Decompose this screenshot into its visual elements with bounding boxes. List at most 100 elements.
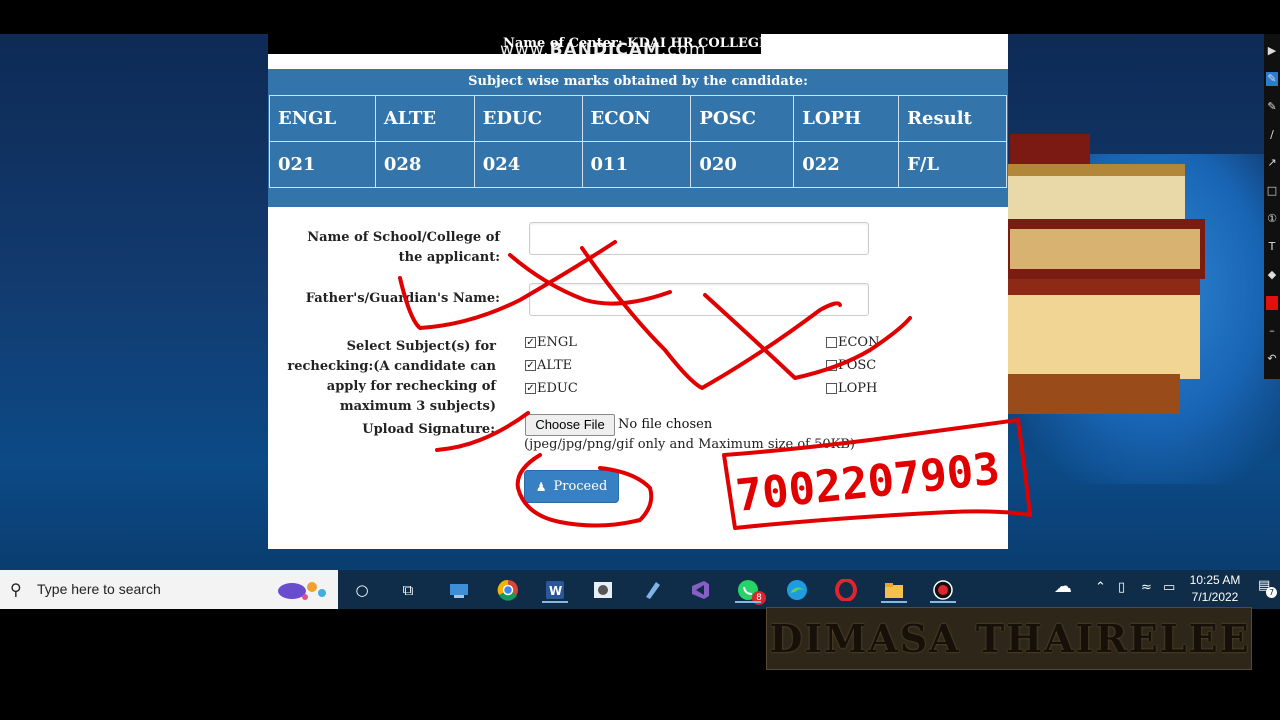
- checkbox-alte[interactable]: ✓: [525, 359, 536, 371]
- word-icon[interactable]: W: [542, 577, 568, 603]
- color-picker-icon[interactable]: [1266, 296, 1278, 310]
- bandicam-record-icon[interactable]: [930, 577, 956, 603]
- user-icon: ♟: [535, 479, 547, 494]
- expand-icon[interactable]: ▶: [1266, 44, 1278, 58]
- show-hidden-icons-chevron-icon[interactable]: ⌃: [1095, 580, 1106, 595]
- top-black-bar: [0, 0, 1280, 34]
- cortana-icon[interactable]: ○: [349, 577, 375, 603]
- signature-label: Upload Signature:: [362, 422, 495, 437]
- screen-annotation-toolbar: ▶ ✎ ✎ ∕ ↗ □ ① T ◆ – ↶: [1264, 34, 1280, 379]
- subjects-label: Select Subject(s) for rechecking:(A cand…: [287, 339, 496, 414]
- photos-icon[interactable]: [590, 577, 616, 603]
- numbering-tool-icon[interactable]: ①: [1266, 212, 1278, 226]
- opera-icon[interactable]: [833, 577, 859, 603]
- subject-checkbox-educ[interactable]: ✓ EDUC: [525, 380, 578, 396]
- screen: ▶ ✎ ✎ ∕ ↗ □ ① T ◆ – ↶ Name of Center: KD…: [0, 0, 1280, 720]
- text-tool-icon[interactable]: T: [1266, 240, 1278, 254]
- marks-header-row: ENGL ALTE EDUC ECON POSC LOPH Result: [269, 95, 1007, 142]
- marks-panel-footer: [268, 188, 1008, 207]
- proceed-button[interactable]: ♟ Proceed: [524, 470, 619, 503]
- battery-icon[interactable]: ▭: [1163, 580, 1175, 595]
- header-engl: ENGL: [269, 95, 376, 142]
- header-alte: ALTE: [374, 95, 475, 142]
- arrow-tool-icon[interactable]: ↗: [1266, 156, 1278, 170]
- checkbox-educ[interactable]: ✓: [525, 382, 536, 394]
- subject-engl-label: ENGL: [537, 334, 577, 350]
- onedrive-cloud-icon[interactable]: ☁: [1054, 576, 1072, 597]
- header-econ: ECON: [581, 95, 692, 142]
- subject-checkbox-alte[interactable]: ✓ ALTE: [525, 357, 572, 373]
- bandicam-active-indicator: [930, 601, 956, 603]
- eraser-icon[interactable]: ◆: [1266, 268, 1278, 282]
- visual-studio-icon[interactable]: [687, 577, 713, 603]
- undo-icon[interactable]: ↶: [1266, 352, 1278, 366]
- taskbar-search-box[interactable]: ⚲ Type here to search: [0, 570, 338, 609]
- line-tool-icon[interactable]: ∕: [1266, 128, 1278, 142]
- checkbox-loph[interactable]: [826, 382, 837, 394]
- marks-panel: Subject wise marks obtained by the candi…: [268, 69, 1008, 207]
- father-name-label: Father's/Guardian's Name:: [305, 291, 500, 306]
- checkbox-posc[interactable]: [826, 359, 837, 371]
- marks-table: ENGL ALTE EDUC ECON POSC LOPH Result 021…: [269, 95, 1007, 188]
- network-app-icon[interactable]: [446, 577, 472, 603]
- marks-value-row: 021 028 024 011 020 022 F/L: [269, 141, 1007, 188]
- explorer-active-indicator: [881, 601, 907, 603]
- whatsapp-active-indicator: [735, 601, 761, 603]
- channel-name: DIMASA THAIRELEE: [769, 616, 1251, 661]
- edge-icon[interactable]: [784, 577, 810, 603]
- value-alte: 028: [374, 141, 475, 188]
- whatsapp-icon[interactable]: 8: [735, 577, 766, 605]
- value-result: F/L: [898, 141, 1007, 188]
- wifi-icon[interactable]: ≈: [1141, 580, 1152, 595]
- file-status-text: No file chosen: [618, 417, 713, 432]
- rectangle-tool-icon[interactable]: □: [1266, 184, 1278, 198]
- choose-file-button[interactable]: Choose File: [525, 414, 615, 436]
- search-placeholder: Type here to search: [37, 581, 161, 597]
- subject-alte-label: ALTE: [537, 357, 573, 373]
- device-icon[interactable]: ▯: [1118, 580, 1125, 595]
- value-econ: 011: [581, 141, 692, 188]
- value-posc: 020: [690, 141, 795, 188]
- highlighter-icon[interactable]: ✎: [1266, 100, 1278, 114]
- subject-checkbox-loph[interactable]: LOPH: [826, 380, 877, 396]
- word-active-indicator: [542, 601, 568, 603]
- windows-taskbar: ⚲ Type here to search ○ ⧉ W 8 ☁ ⌃ ▯ ≈ ▭ …: [0, 570, 1280, 609]
- watermark-brand: BANDICAM: [549, 40, 661, 60]
- checkbox-econ[interactable]: [826, 336, 837, 348]
- subject-educ-label: EDUC: [537, 380, 578, 396]
- subject-checkbox-posc[interactable]: POSC: [826, 357, 876, 373]
- task-view-icon[interactable]: ⧉: [395, 577, 421, 603]
- father-name-input[interactable]: [529, 283, 869, 316]
- bandicam-watermark: www.BANDICAM.com: [500, 40, 707, 60]
- notification-count: 7: [1266, 587, 1277, 598]
- chrome-icon[interactable]: [495, 577, 521, 603]
- header-educ: EDUC: [473, 95, 583, 142]
- school-label: Name of School/College of the applicant:: [307, 230, 500, 265]
- pen-app-icon[interactable]: [639, 577, 665, 603]
- watermark-prefix: www.: [500, 40, 550, 60]
- value-loph: 022: [793, 141, 900, 188]
- system-clock[interactable]: 10:25 AM 7/1/2022: [1180, 572, 1250, 606]
- value-educ: 024: [473, 141, 583, 188]
- file-explorer-icon[interactable]: [881, 577, 907, 603]
- svg-text:W: W: [549, 584, 562, 598]
- subject-loph-label: LOPH: [838, 380, 878, 396]
- subject-checkbox-engl[interactable]: ✓ ENGL: [525, 334, 577, 350]
- clock-time: 10:25 AM: [1189, 573, 1241, 587]
- subject-posc-label: POSC: [838, 357, 877, 373]
- school-input[interactable]: [529, 222, 869, 255]
- notification-center-icon[interactable]: ▤ 7: [1258, 578, 1277, 598]
- clock-date: 7/1/2022: [1191, 590, 1239, 604]
- search-highlight-art-icon: [278, 582, 326, 600]
- rechecking-form-page: Name of Center: KDAI HR COLLEGE www.BAND…: [268, 34, 1008, 549]
- pen-tool-icon[interactable]: ✎: [1266, 72, 1278, 86]
- header-loph: LOPH: [793, 95, 900, 142]
- subject-econ-label: ECON: [838, 334, 880, 350]
- line-width-icon[interactable]: –: [1266, 324, 1278, 338]
- search-icon: ⚲: [10, 580, 22, 599]
- subject-checkbox-econ[interactable]: ECON: [826, 334, 879, 350]
- checkbox-engl[interactable]: ✓: [525, 336, 536, 348]
- header-posc: POSC: [690, 95, 795, 142]
- books-wallpaper-image: [995, 134, 1205, 414]
- value-engl: 021: [269, 141, 376, 188]
